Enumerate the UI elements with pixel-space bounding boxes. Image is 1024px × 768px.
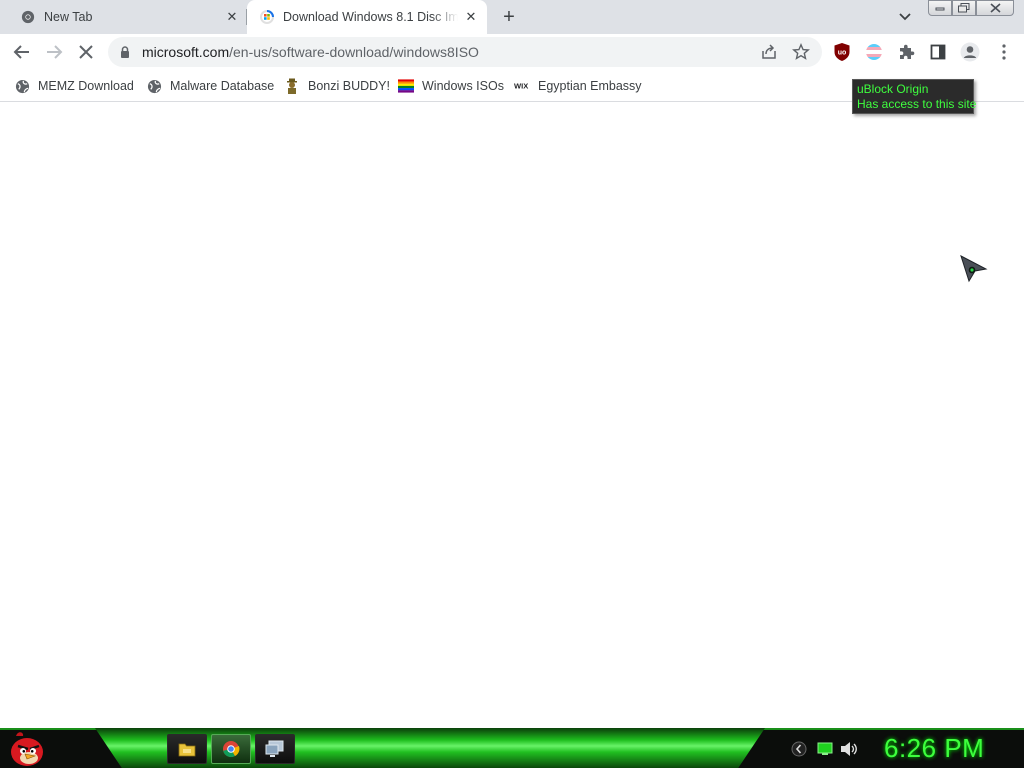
folder-icon <box>178 743 196 757</box>
back-icon[interactable] <box>10 40 34 64</box>
transgender-flag-extension-icon[interactable] <box>862 40 886 64</box>
rainbow-flag-icon <box>398 78 414 94</box>
extensions-puzzle-icon[interactable] <box>894 40 918 64</box>
bookmark-egyptian-embassy[interactable]: WIX Egyptian Embassy <box>514 76 642 96</box>
taskbar <box>0 728 1024 768</box>
close-window-button[interactable] <box>976 0 1014 16</box>
share-icon[interactable] <box>760 43 778 61</box>
tray-chevron-icon[interactable] <box>790 740 808 758</box>
stop-loading-icon[interactable] <box>74 40 98 64</box>
tab-search-chevron-icon[interactable] <box>896 9 914 25</box>
bookmark-label: Malware Database <box>170 79 275 93</box>
bookmark-label: Egyptian Embassy <box>538 79 642 93</box>
extension-tooltip: uBlock Origin Has access to this site <box>852 79 977 114</box>
chrome-icon <box>20 9 36 25</box>
taskbar-chrome[interactable] <box>211 734 251 764</box>
taskbar-file-explorer[interactable] <box>167 734 207 764</box>
chrome-icon <box>223 741 240 758</box>
bookmark-windows-isos[interactable]: Windows ISOs <box>398 76 504 96</box>
bonzi-icon <box>284 78 300 94</box>
tab-title: Download Windows 8.1 Disc Image <box>283 10 458 24</box>
tooltip-subtitle: Has access to this site <box>857 97 977 111</box>
taskbar-remote-desktop[interactable] <box>255 734 295 764</box>
globe-icon <box>14 78 30 94</box>
menu-kebab-icon[interactable] <box>992 40 1016 64</box>
side-panel-icon[interactable] <box>926 40 950 64</box>
bookmark-star-icon[interactable] <box>792 43 810 61</box>
bookmark-malware-database[interactable]: Malware Database <box>146 76 274 96</box>
network-icon[interactable] <box>816 740 834 758</box>
tab-close-icon[interactable]: ✕ <box>224 9 240 25</box>
wix-icon: WIX <box>514 78 530 94</box>
start-button-angry-bird-icon[interactable] <box>6 730 48 768</box>
ublock-origin-icon[interactable]: uo <box>830 40 854 64</box>
browser-toolbar: microsoft.com/en-us/software-download/wi… <box>0 34 1024 70</box>
forward-icon[interactable] <box>42 40 66 64</box>
tab-new-tab[interactable]: New Tab ✕ <box>0 0 246 34</box>
new-tab-button[interactable]: + <box>499 6 519 28</box>
mouse-cursor-icon <box>958 254 988 284</box>
globe-icon <box>146 78 162 94</box>
profile-avatar-icon[interactable] <box>958 40 982 64</box>
url-path: /en-us/software-download/windows8ISO <box>229 44 479 60</box>
tab-close-icon[interactable]: ✕ <box>463 9 479 25</box>
url-host: microsoft.com <box>142 44 230 60</box>
screen: New Tab ✕ Download Windows 8.1 Disc Imag… <box>0 0 1024 768</box>
tooltip-title: uBlock Origin <box>857 82 929 96</box>
tab-strip: New Tab ✕ Download Windows 8.1 Disc Imag… <box>0 0 1024 34</box>
url-text[interactable]: microsoft.com/en-us/software-download/wi… <box>142 44 479 60</box>
svg-text:WIX: WIX <box>514 82 528 91</box>
loading-spinner-icon <box>259 9 275 25</box>
tab-download-windows[interactable]: Download Windows 8.1 Disc Image ✕ <box>247 0 487 34</box>
bookmark-memz-download[interactable]: MEMZ Download <box>14 76 134 96</box>
bookmark-label: Bonzi BUDDY! <box>308 79 390 93</box>
bookmark-label: MEMZ Download <box>38 79 134 93</box>
bookmark-label: Windows ISOs <box>422 79 504 93</box>
page-content[interactable] <box>0 103 1024 728</box>
address-bar[interactable]: microsoft.com/en-us/software-download/wi… <box>108 37 822 67</box>
tab-title: New Tab <box>44 10 93 24</box>
monitor-icon <box>265 740 284 757</box>
volume-icon[interactable] <box>840 740 858 758</box>
lock-icon[interactable] <box>118 45 132 59</box>
bookmark-bonzi-buddy[interactable]: Bonzi BUDDY! <box>284 76 390 96</box>
svg-text:uo: uo <box>838 50 847 57</box>
restore-button[interactable] <box>952 0 976 16</box>
taskbar-clock[interactable]: 6:26 PM <box>884 733 984 764</box>
minimize-button[interactable] <box>928 0 952 16</box>
